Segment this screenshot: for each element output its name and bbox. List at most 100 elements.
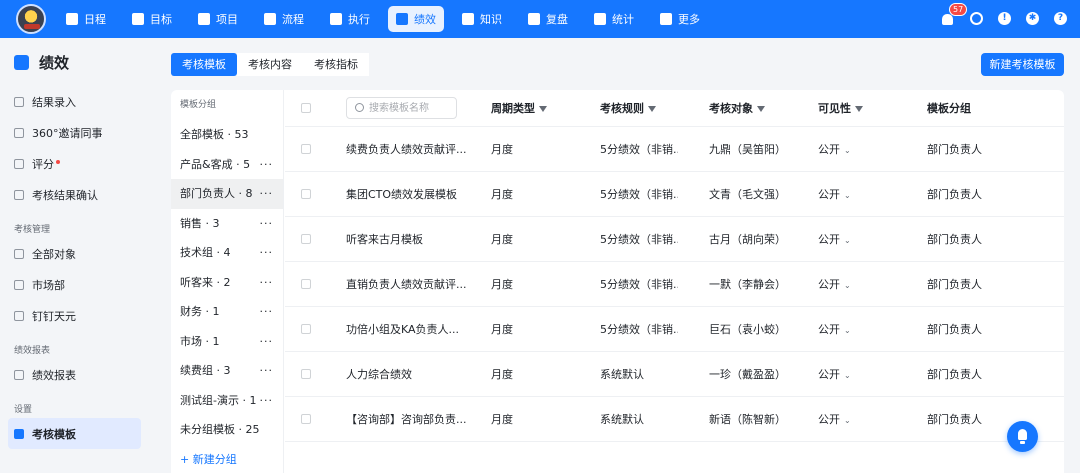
more-icon[interactable]: ··· bbox=[260, 179, 274, 209]
row-checkbox[interactable] bbox=[301, 369, 311, 379]
group-item[interactable]: 部门负责人 · 8 ··· bbox=[171, 179, 283, 209]
more-icon[interactable]: ··· bbox=[260, 238, 274, 268]
table-row[interactable]: 直销负责人绩效贡献评... 月度 5分绩效（非销... 一默（李静会） 公开 ⌄ 部门负责人 bbox=[285, 262, 1064, 307]
visibility-select[interactable]: 公开 ⌄ bbox=[818, 411, 851, 427]
table-row[interactable]: 功倍小组及KA负责人... 月度 5分绩效（非销... 巨石（袁小蛟） 公开 ⌄ 部门负责人 bbox=[285, 307, 1064, 352]
template-group: 部门负责人 bbox=[927, 143, 982, 156]
group-item[interactable]: 产品&客成 · 5 ··· bbox=[171, 150, 283, 180]
nav-item-7[interactable]: 复盘 bbox=[520, 6, 576, 32]
filter-icon[interactable] bbox=[648, 106, 656, 112]
sidebar-item-items-3[interactable]: 考核结果确认 bbox=[0, 179, 155, 210]
template-name[interactable]: 续费负责人绩效贡献评... bbox=[346, 141, 474, 157]
sidebar-item-items-0[interactable]: 结果录入 bbox=[0, 86, 155, 117]
template-name[interactable]: 听客来古月模板 bbox=[346, 231, 474, 247]
help-icon[interactable]: ? bbox=[1054, 12, 1068, 26]
more-icon[interactable]: ··· bbox=[260, 209, 274, 239]
template-name[interactable]: 集团CTO绩效发展模板 bbox=[346, 186, 474, 202]
nav-item-4[interactable]: 执行 bbox=[322, 6, 378, 32]
sidebar-item-label: 360°邀请同事 bbox=[32, 126, 103, 140]
group-item[interactable]: 未分组模板 · 25 bbox=[171, 415, 283, 445]
more-icon[interactable]: ··· bbox=[260, 327, 274, 357]
search-input[interactable] bbox=[369, 100, 454, 116]
sidebar-item-manage_items-0[interactable]: 全部对象 bbox=[0, 238, 155, 269]
column-header-target[interactable]: 考核对象 bbox=[709, 100, 765, 116]
nav-item-2[interactable]: 项目 bbox=[190, 6, 246, 32]
table-row[interactable]: 【咨询部】咨询部负责... 月度 系统默认 新语（陈智新） 公开 ⌄ 部门负责人 bbox=[285, 397, 1064, 442]
nav-item-6[interactable]: 知识 bbox=[454, 6, 510, 32]
gear-icon[interactable]: ✱ bbox=[1026, 12, 1040, 26]
nav-item-0[interactable]: 日程 bbox=[58, 6, 114, 32]
visibility-select[interactable]: 公开 ⌄ bbox=[818, 321, 851, 337]
template-name[interactable]: 直销负责人绩效贡献评... bbox=[346, 276, 474, 292]
group-list: 模板分组 全部模板 · 53 产品&客成 · 5 ··· 部门负责人 · 8 ··· 销售… bbox=[171, 90, 284, 473]
group-item[interactable]: 技术组 · 4 ··· bbox=[171, 238, 283, 268]
table-row[interactable]: 人力综合绩效 月度 系统默认 一珍（戴盈盈） 公开 ⌄ 部门负责人 bbox=[285, 352, 1064, 397]
column-header-rule[interactable]: 考核规则 bbox=[600, 100, 678, 116]
new-template-button[interactable]: 新建考核模板 bbox=[981, 53, 1064, 76]
sidebar-item-items-2[interactable]: 评分 bbox=[0, 148, 155, 179]
table-row[interactable]: 集团CTO绩效发展模板 月度 5分绩效（非销... 文青（毛文强） 公开 ⌄ 部门负责人 bbox=[285, 172, 1064, 217]
search-icon[interactable] bbox=[970, 12, 984, 26]
group-item[interactable]: 听客来 · 2 ··· bbox=[171, 268, 283, 298]
nav-item-3[interactable]: 流程 bbox=[256, 6, 312, 32]
group-item[interactable]: 全部模板 · 53 bbox=[171, 120, 283, 150]
column-header-period[interactable]: 周期类型 bbox=[491, 100, 547, 116]
tab-1[interactable]: 考核内容 bbox=[237, 53, 303, 76]
search-box[interactable] bbox=[346, 97, 457, 119]
tab-2[interactable]: 考核指标 bbox=[303, 53, 369, 76]
more-icon[interactable]: ··· bbox=[260, 150, 274, 180]
nav-item-5[interactable]: 绩效 bbox=[388, 6, 444, 32]
column-header-visibility[interactable]: 可见性 bbox=[818, 100, 863, 116]
row-checkbox[interactable] bbox=[301, 324, 311, 334]
more-icon[interactable]: ··· bbox=[260, 268, 274, 298]
sidebar-item-manage_items-1[interactable]: 市场部 bbox=[0, 269, 155, 300]
template-name[interactable]: 人力综合绩效 bbox=[346, 366, 474, 382]
sidebar-item-report_items-0[interactable]: 绩效报表 bbox=[0, 359, 155, 390]
add-group-button[interactable]: + 新建分组 bbox=[171, 445, 283, 473]
table-row[interactable]: 续费负责人绩效贡献评... 月度 5分绩效（非销... 九鼎（吴笛阳） 公开 ⌄ 部门负责人 bbox=[285, 127, 1064, 172]
group-item-label: 听客来 · 2 bbox=[180, 275, 231, 289]
template-name[interactable]: 功倍小组及KA负责人... bbox=[346, 321, 474, 337]
row-checkbox[interactable] bbox=[301, 279, 311, 289]
sidebar-item-manage_items-2[interactable]: 钉钉天元 bbox=[0, 300, 155, 331]
filter-icon[interactable] bbox=[855, 106, 863, 112]
nav-item-label: 统计 bbox=[612, 13, 634, 26]
visibility-select[interactable]: 公开 ⌄ bbox=[818, 276, 851, 292]
assistant-fab[interactable] bbox=[1007, 421, 1038, 452]
tab-0[interactable]: 考核模板 bbox=[171, 53, 237, 76]
more-icon[interactable]: ··· bbox=[260, 356, 274, 386]
row-checkbox[interactable] bbox=[301, 234, 311, 244]
visibility-select[interactable]: 公开 ⌄ bbox=[818, 186, 851, 202]
assessment-rule: 系统默认 bbox=[600, 368, 644, 381]
template-name[interactable]: 【咨询部】咨询部负责... bbox=[346, 411, 474, 427]
more-icon[interactable]: ··· bbox=[260, 386, 274, 416]
nav-item-8[interactable]: 统计 bbox=[586, 6, 642, 32]
nav-item-9[interactable]: 更多 bbox=[652, 6, 708, 32]
column-header-label: 考核规则 bbox=[600, 102, 644, 115]
avatar[interactable] bbox=[16, 4, 46, 34]
bell-icon[interactable]: 57 bbox=[942, 3, 968, 26]
select-all-checkbox[interactable] bbox=[301, 103, 311, 113]
sidebar-section-report: 绩效报表 bbox=[14, 346, 51, 356]
group-item[interactable]: 续费组 · 3 ··· bbox=[171, 356, 283, 386]
group-item[interactable]: 测试组-演示 · 1 ··· bbox=[171, 386, 283, 416]
sidebar-item-settings_items-0[interactable]: 考核模板 bbox=[8, 418, 141, 449]
visibility-select[interactable]: 公开 ⌄ bbox=[818, 141, 851, 157]
nav-item-1[interactable]: 目标 bbox=[124, 6, 180, 32]
group-item[interactable]: 销售 · 3 ··· bbox=[171, 209, 283, 239]
info-icon[interactable]: ! bbox=[998, 12, 1012, 26]
row-checkbox[interactable] bbox=[301, 414, 311, 424]
more-icon[interactable]: ··· bbox=[260, 297, 274, 327]
sidebar-item-items-1[interactable]: 360°邀请同事 bbox=[0, 117, 155, 148]
group-item[interactable]: 财务 · 1 ··· bbox=[171, 297, 283, 327]
group-item[interactable]: 市场 · 1 ··· bbox=[171, 327, 283, 357]
visibility-select[interactable]: 公开 ⌄ bbox=[818, 231, 851, 247]
row-checkbox[interactable] bbox=[301, 189, 311, 199]
sidebar-item-label: 全部对象 bbox=[32, 247, 76, 261]
sidebar-item-label: 市场部 bbox=[32, 278, 65, 292]
table-row[interactable]: 听客来古月模板 月度 5分绩效（非销... 古月（胡向荣） 公开 ⌄ 部门负责人 bbox=[285, 217, 1064, 262]
row-checkbox[interactable] bbox=[301, 144, 311, 154]
filter-icon[interactable] bbox=[757, 106, 765, 112]
filter-icon[interactable] bbox=[539, 106, 547, 112]
visibility-select[interactable]: 公开 ⌄ bbox=[818, 366, 851, 382]
